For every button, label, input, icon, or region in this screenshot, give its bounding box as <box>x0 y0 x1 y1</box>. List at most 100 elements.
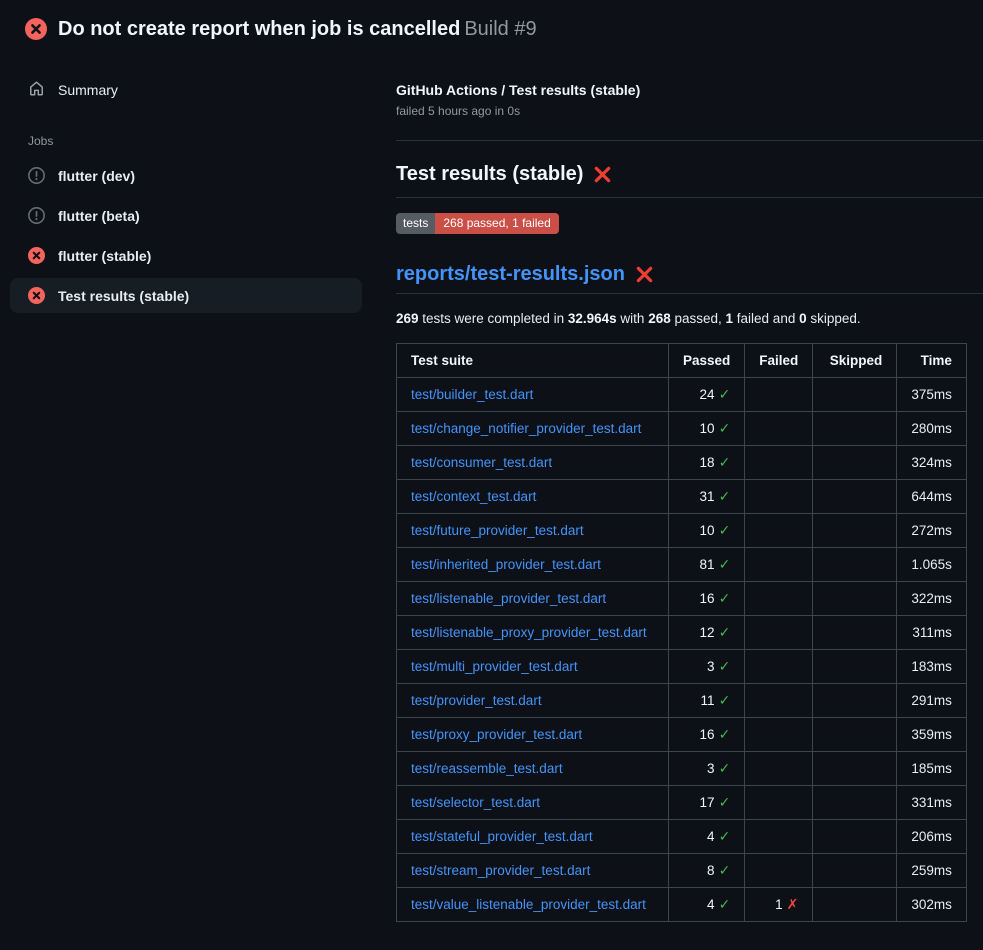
test-suite-link[interactable]: test/consumer_test.dart <box>411 455 552 470</box>
failed-cell: 1✗ <box>745 888 813 922</box>
job-label: flutter (beta) <box>58 208 140 224</box>
skipped-cell <box>813 446 897 480</box>
time-cell: 291ms <box>897 684 967 718</box>
test-suite-link[interactable]: test/multi_provider_test.dart <box>411 659 578 674</box>
test-suite-link[interactable]: test/value_listenable_provider_test.dart <box>411 897 646 912</box>
time-cell: 183ms <box>897 650 967 684</box>
table-row: test/proxy_provider_test.dart 16✓ 359ms <box>397 718 967 752</box>
check-icon: ✓ <box>719 659 731 675</box>
passed-cell: 24✓ <box>669 378 745 412</box>
test-suite-link[interactable]: test/builder_test.dart <box>411 387 533 402</box>
total-count: 269 <box>396 311 419 326</box>
sidebar-item-summary[interactable]: Summary <box>10 72 362 108</box>
skipped-cell <box>813 854 897 888</box>
test-suite-link[interactable]: test/listenable_proxy_provider_test.dart <box>411 625 647 640</box>
table-row: test/inherited_provider_test.dart 81✓ 1.… <box>397 548 967 582</box>
sidebar-job-flutter-dev-[interactable]: flutter (dev) <box>10 158 362 193</box>
check-icon: ✓ <box>719 489 731 505</box>
test-suite-link[interactable]: test/reassemble_test.dart <box>411 761 563 776</box>
summary-label: Summary <box>58 82 118 98</box>
table-row: test/consumer_test.dart 18✓ 324ms <box>397 446 967 480</box>
sidebar: Summary Jobs flutter (dev) flutter (beta… <box>0 48 396 318</box>
test-suite-link[interactable]: test/provider_test.dart <box>411 693 542 708</box>
test-suite-link[interactable]: test/stateful_provider_test.dart <box>411 829 593 844</box>
x-circle-fill-icon <box>28 247 45 264</box>
time-cell: 311ms <box>897 616 967 650</box>
report-file-link[interactable]: reports/test-results.json <box>396 263 625 286</box>
time-cell: 375ms <box>897 378 967 412</box>
passed-cell: 3✓ <box>669 752 745 786</box>
failed-cell <box>745 854 813 888</box>
failed-cell <box>745 378 813 412</box>
time-cell: 280ms <box>897 412 967 446</box>
sidebar-job-flutter-stable-[interactable]: flutter (stable) <box>10 238 362 273</box>
table-row: test/reassemble_test.dart 3✓ 185ms <box>397 752 967 786</box>
test-suite-link[interactable]: test/change_notifier_provider_test.dart <box>411 421 641 436</box>
badge-label: tests <box>396 213 435 234</box>
build-number: Build #9 <box>464 18 536 40</box>
skipped-cell <box>813 752 897 786</box>
failed-cell <box>745 548 813 582</box>
test-suite-cell: test/consumer_test.dart <box>397 446 669 480</box>
test-suite-link[interactable]: test/selector_test.dart <box>411 795 540 810</box>
test-suite-link[interactable]: test/future_provider_test.dart <box>411 523 584 538</box>
skipped-cell <box>813 616 897 650</box>
skipped-cell <box>813 684 897 718</box>
alert-circle-icon <box>28 207 45 224</box>
home-icon <box>28 80 45 100</box>
check-icon: ✓ <box>719 557 731 573</box>
skipped-cell <box>813 650 897 684</box>
test-suite-cell: test/value_listenable_provider_test.dart <box>397 888 669 922</box>
test-suite-link[interactable]: test/listenable_provider_test.dart <box>411 591 606 606</box>
header-failed: Failed <box>745 344 813 378</box>
x-circle-fill-icon <box>28 287 45 304</box>
check-icon: ✓ <box>719 387 731 403</box>
jobs-section-label: Jobs <box>28 134 362 148</box>
failed-cell <box>745 820 813 854</box>
test-suite-link[interactable]: test/context_test.dart <box>411 489 536 504</box>
time-cell: 272ms <box>897 514 967 548</box>
passed-cell: 31✓ <box>669 480 745 514</box>
header-test-suite: Test suite <box>397 344 669 378</box>
time-cell: 259ms <box>897 854 967 888</box>
check-icon: ✓ <box>719 829 731 845</box>
job-label: flutter (dev) <box>58 168 135 184</box>
time-cell: 302ms <box>897 888 967 922</box>
cross-icon: ✗ <box>787 897 799 913</box>
table-row: test/stream_provider_test.dart 8✓ 259ms <box>397 854 967 888</box>
sidebar-job-test-results-stable-[interactable]: Test results (stable) <box>10 278 362 313</box>
time-cell: 322ms <box>897 582 967 616</box>
header-skipped: Skipped <box>813 344 897 378</box>
failed-cell <box>745 752 813 786</box>
job-label: Test results (stable) <box>58 288 189 304</box>
test-suite-link[interactable]: test/inherited_provider_test.dart <box>411 557 601 572</box>
table-row: test/value_listenable_provider_test.dart… <box>397 888 967 922</box>
skipped-count: 0 <box>799 311 807 326</box>
failed-status-icon <box>25 18 47 40</box>
test-suite-cell: test/change_notifier_provider_test.dart <box>397 412 669 446</box>
table-row: test/listenable_proxy_provider_test.dart… <box>397 616 967 650</box>
failed-count: 1 <box>726 311 734 326</box>
time-cell: 359ms <box>897 718 967 752</box>
check-icon: ✓ <box>719 897 731 913</box>
check-icon: ✓ <box>719 591 731 607</box>
breadcrumb: GitHub Actions / Test results (stable) <box>396 82 983 98</box>
failed-cell <box>745 684 813 718</box>
passed-cell: 17✓ <box>669 786 745 820</box>
test-suite-cell: test/proxy_provider_test.dart <box>397 718 669 752</box>
time-cell: 206ms <box>897 820 967 854</box>
failed-cell <box>745 718 813 752</box>
check-icon: ✓ <box>719 693 731 709</box>
test-suite-link[interactable]: test/stream_provider_test.dart <box>411 863 590 878</box>
test-suite-link[interactable]: test/proxy_provider_test.dart <box>411 727 582 742</box>
tests-badge: tests 268 passed, 1 failed <box>396 213 559 234</box>
report-title: reports/test-results.json <box>396 263 983 294</box>
passed-cell: 3✓ <box>669 650 745 684</box>
table-row: test/multi_provider_test.dart 3✓ 183ms <box>397 650 967 684</box>
check-icon: ✓ <box>719 863 731 879</box>
check-icon: ✓ <box>719 421 731 437</box>
alert-circle-icon <box>28 167 45 184</box>
sidebar-job-flutter-beta-[interactable]: flutter (beta) <box>10 198 362 233</box>
time-cell: 185ms <box>897 752 967 786</box>
time-cell: 644ms <box>897 480 967 514</box>
